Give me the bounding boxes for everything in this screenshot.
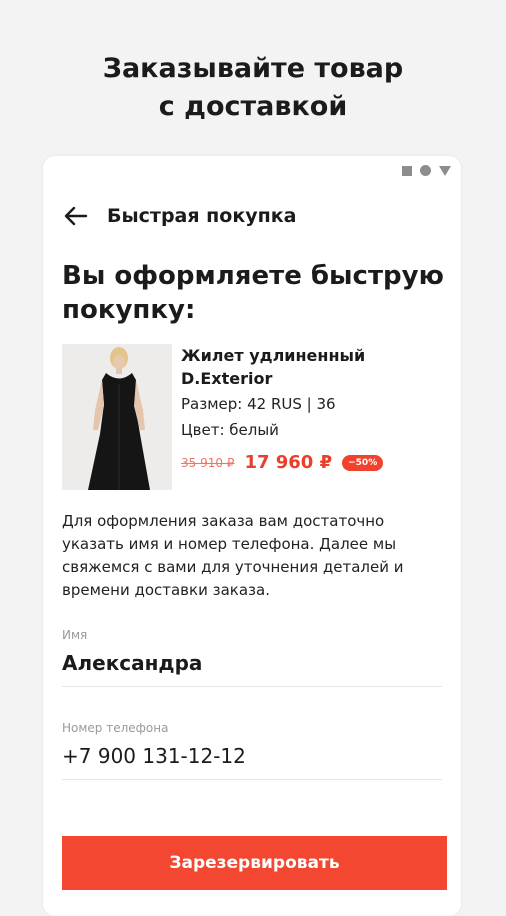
app-bar: Быстрая покупка [61,200,296,232]
product-size: Размер: 42 RUS | 36 [181,395,336,413]
promo-line-2: с доставкой [158,91,348,122]
product-color: Цвет: белый [181,421,279,439]
product-photo [62,344,172,490]
promo-line-1: Заказывайте товар [102,53,404,84]
page-title: Быстрая покупка [107,205,297,227]
phone-label: Номер телефона [62,721,169,735]
discount-badge: −50% [342,454,384,471]
product-card: Жилет удлиненный D.Exterior Размер: 42 R… [62,344,452,490]
product-name: Жилет удлиненный D.Exterior [181,346,366,388]
back-button[interactable] [61,201,91,231]
reserve-button[interactable]: Зарезервировать [62,836,447,890]
triangle-icon [439,165,451,176]
description-text: Для оформления заказа вам достаточно ука… [62,512,404,599]
new-price: 17 960 ₽ [244,452,333,473]
phone-field: Номер телефона [62,721,442,780]
arrow-left-icon [64,206,88,226]
phone-input[interactable] [62,741,442,771]
name-label: Имя [62,628,88,642]
phone-frame: Быстрая покупка Вы оформляете быструю по… [43,156,461,916]
status-bar [402,165,451,176]
name-field: Имя [62,628,442,687]
section-heading: Вы оформляете быструю покупку: [62,261,444,325]
promo-title: Заказывайте товар с доставкой [0,50,506,126]
price-row: 35 910 ₽ 17 960 ₽ −50% [181,452,384,473]
old-price: 35 910 ₽ [181,455,235,470]
square-icon [402,165,412,176]
product-info: Жилет удлиненный D.Exterior Размер: 42 R… [181,344,451,442]
product-image [62,344,172,490]
circle-icon [420,165,431,176]
name-input[interactable] [62,648,442,678]
